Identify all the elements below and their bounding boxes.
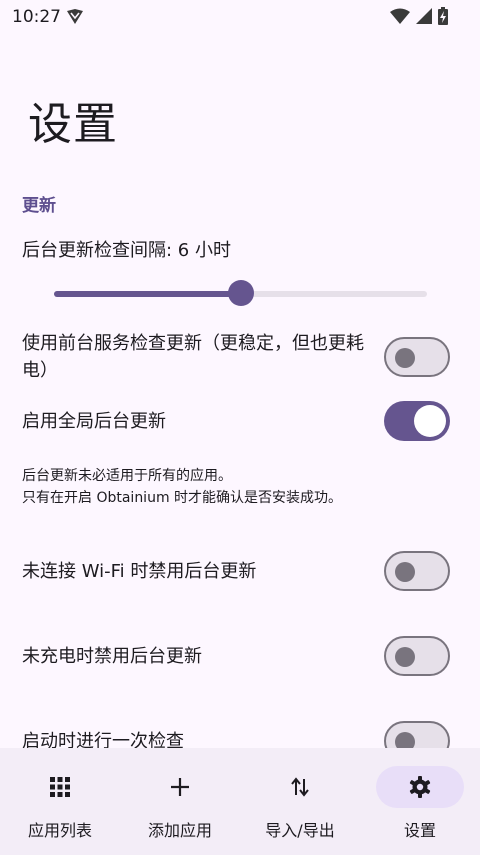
section-header-updates: 更新 bbox=[22, 196, 56, 216]
nav-label-settings: 设置 bbox=[403, 821, 436, 840]
plus-icon bbox=[171, 778, 189, 796]
nav-label-import-export: 导入/导出 bbox=[265, 821, 335, 840]
nav-item-add-app[interactable]: 添加应用 bbox=[120, 748, 240, 855]
bottom-navigation-bar: 应用列表 添加应用 导入/导出 设置 bbox=[0, 748, 480, 855]
setting-label-disable-not-charging: 未充电时禁用后台更新 bbox=[22, 646, 202, 667]
battery-charging-icon bbox=[438, 7, 448, 25]
nav-item-apps[interactable]: 应用列表 bbox=[0, 748, 120, 855]
wifi-icon bbox=[390, 8, 410, 24]
nav-label-apps: 应用列表 bbox=[27, 821, 92, 840]
disable-not-charging-switch[interactable] bbox=[384, 636, 450, 676]
nav-active-indicator bbox=[376, 766, 464, 808]
switch-knob bbox=[414, 405, 446, 437]
slider-thumb[interactable] bbox=[227, 280, 254, 306]
grid-icon bbox=[50, 777, 70, 797]
status-bar: 10:27 bbox=[0, 0, 480, 34]
switch-knob bbox=[395, 647, 415, 667]
switch-knob bbox=[395, 562, 415, 582]
foreground-service-switch[interactable] bbox=[384, 337, 450, 377]
nav-item-settings[interactable]: 设置 bbox=[360, 748, 480, 855]
note-line-2: 只有在开启 Obtainium 时才能确认是否安装成功。 bbox=[22, 490, 343, 506]
update-interval-slider[interactable] bbox=[54, 280, 427, 308]
setting-row-disable-not-charging[interactable]: 未充电时禁用后台更新 bbox=[0, 636, 480, 678]
setting-label-global-background: 启用全局后台更新 bbox=[22, 411, 166, 432]
setting-label-foreground-service: 使用前台服务检查更新（更稳定，但也更耗电） bbox=[22, 333, 364, 381]
page-title: 设置 bbox=[28, 99, 118, 150]
setting-row-global-background[interactable]: 启用全局后台更新 bbox=[0, 401, 480, 443]
app-notification-icon bbox=[67, 9, 83, 24]
note-line-1: 后台更新未必适用于所有的应用。 bbox=[22, 468, 232, 484]
global-background-switch[interactable] bbox=[384, 401, 450, 441]
nav-label-add-app: 添加应用 bbox=[147, 821, 212, 840]
disable-without-wifi-switch[interactable] bbox=[384, 551, 450, 591]
import-export-icon bbox=[291, 777, 309, 797]
gear-icon bbox=[409, 776, 431, 798]
background-update-note: 后台更新未必适用于所有的应用。 只有在开启 Obtainium 时才能确认是否安… bbox=[22, 465, 342, 509]
nav-item-import-export[interactable]: 导入/导出 bbox=[240, 748, 360, 855]
status-time: 10:27 bbox=[12, 7, 61, 27]
setting-row-foreground-service[interactable]: 使用前台服务检查更新（更稳定，但也更耗电） bbox=[0, 330, 480, 386]
update-interval-label: 后台更新检查间隔: 6 小时 bbox=[22, 240, 231, 261]
cell-signal-icon bbox=[416, 8, 432, 24]
setting-row-disable-without-wifi[interactable]: 未连接 Wi-Fi 时禁用后台更新 bbox=[0, 551, 480, 593]
slider-active-track bbox=[54, 291, 241, 297]
setting-label-disable-without-wifi: 未连接 Wi-Fi 时禁用后台更新 bbox=[22, 561, 257, 582]
switch-knob bbox=[395, 348, 415, 368]
